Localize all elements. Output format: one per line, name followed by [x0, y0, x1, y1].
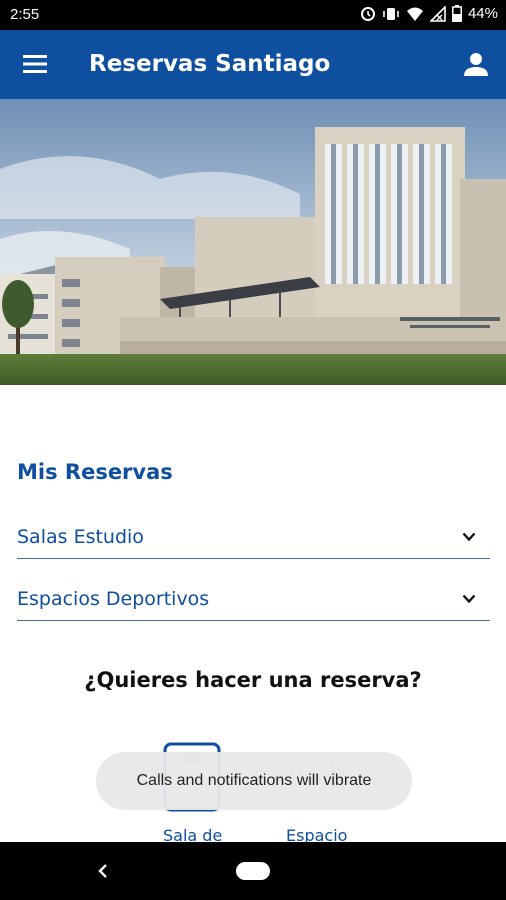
accordion-espacios-deportivos[interactable]: Espacios Deportivos [17, 578, 490, 621]
app-bar: Reservas Santiago [0, 30, 506, 99]
accordion-salas-estudio[interactable]: Salas Estudio [17, 516, 490, 559]
chevron-down-icon [462, 594, 476, 604]
my-reservations-title: Mis Reservas [17, 460, 173, 484]
back-icon[interactable] [96, 862, 110, 880]
battery-percent: 44% [467, 5, 498, 22]
app-title: Reservas Santiago [89, 51, 331, 77]
campus-building-illustration [0, 99, 506, 385]
wifi-icon [406, 7, 423, 21]
signal-icon [429, 5, 446, 22]
alarm-icon [360, 6, 375, 21]
person-icon[interactable] [462, 50, 490, 78]
vibrate-icon [383, 7, 399, 20]
battery-icon [452, 5, 462, 22]
vibrate-toast: Calls and notifications will vibrate [96, 752, 412, 810]
toast-message: Calls and notifications will vibrate [136, 772, 372, 789]
hamburger-menu-icon[interactable] [22, 53, 48, 75]
campus-hero-image [0, 99, 506, 385]
chevron-down-icon [462, 532, 476, 542]
status-bar: 2:55 44% [0, 0, 506, 30]
booking-question: ¿Quieres hacer una reserva? [84, 668, 422, 692]
accordion-label: Salas Estudio [17, 526, 144, 548]
status-time: 2:55 [10, 6, 40, 23]
home-pill-icon[interactable] [236, 862, 270, 880]
status-icons: 44% [360, 5, 498, 22]
accordion-label: Espacios Deportivos [17, 588, 210, 610]
system-nav-bar [0, 842, 506, 900]
